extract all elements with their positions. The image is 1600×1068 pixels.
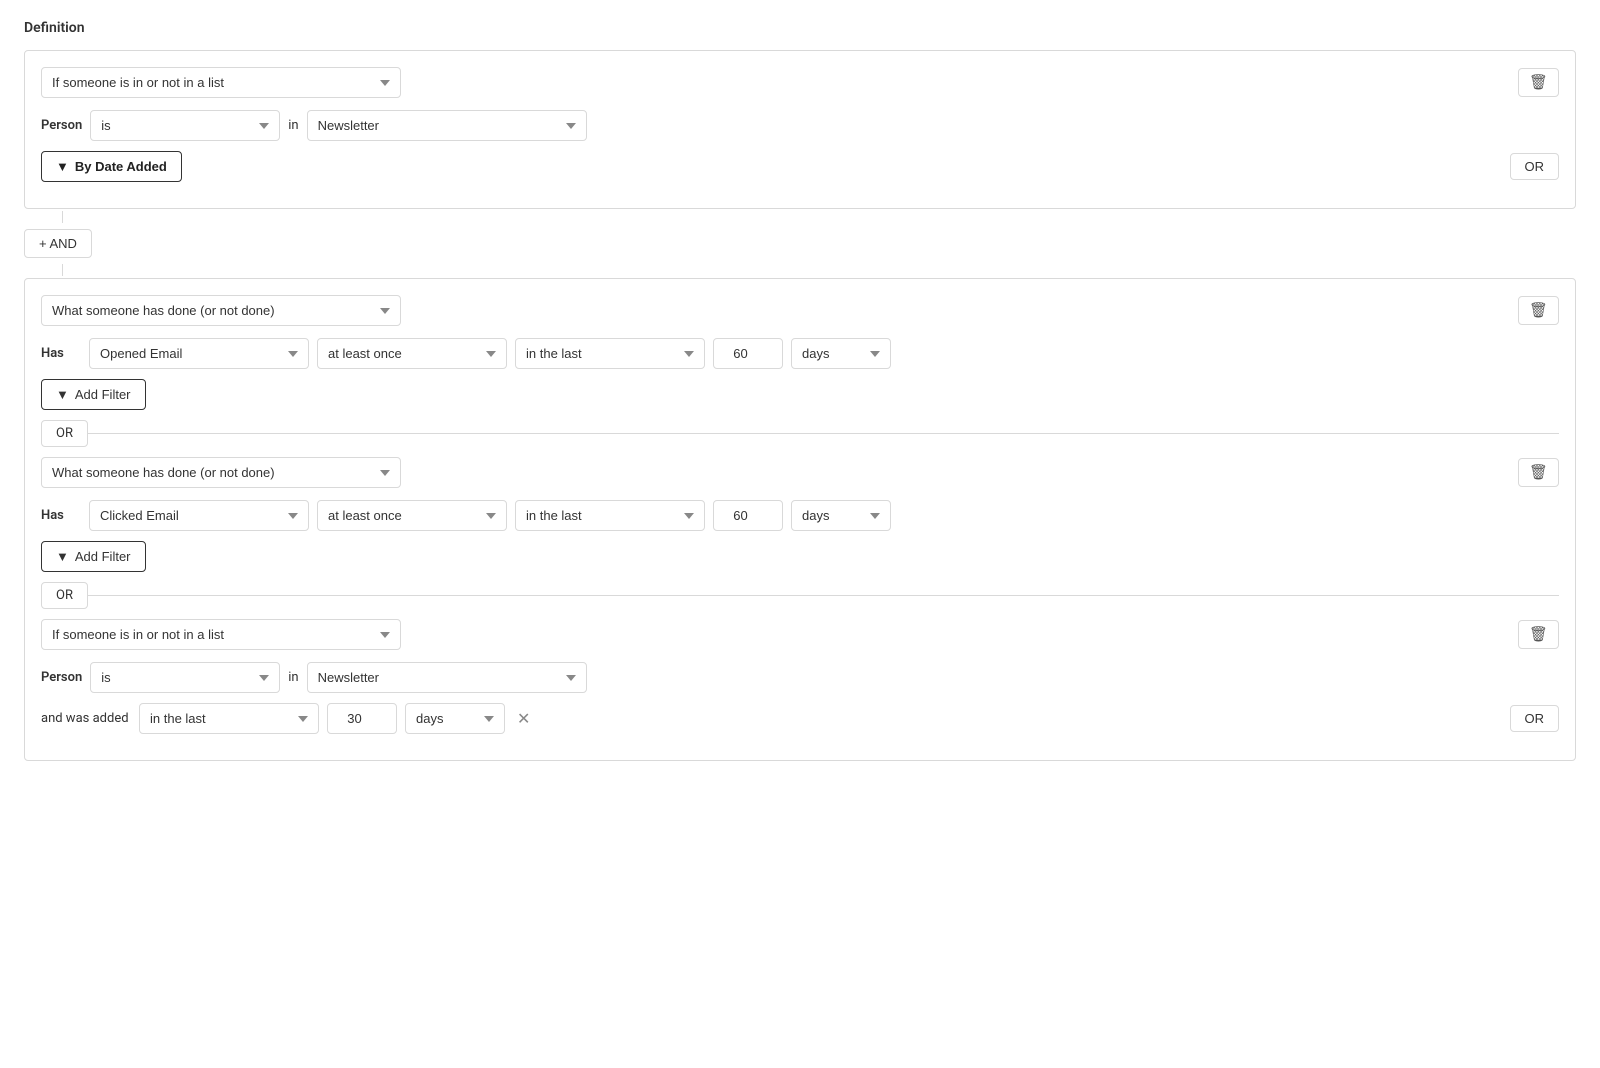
block4-person-condition-select[interactable]: is is not: [90, 662, 280, 693]
block4-type-container: If someone is in or not in a list What s…: [41, 619, 401, 650]
block2-action-select[interactable]: Opened Email Clicked Email Received Emai…: [89, 338, 309, 369]
block1-by-date-button[interactable]: ▼ By Date Added: [41, 151, 182, 182]
block3-type-select[interactable]: What someone has done (or not done) If s…: [41, 457, 401, 488]
block3-add-filter-button[interactable]: ▼ Add Filter: [41, 541, 146, 572]
or-divider-2-3: OR: [41, 420, 1559, 447]
block1-by-date-label: By Date Added: [75, 159, 167, 174]
section-title: Definition: [24, 20, 1576, 36]
block2-type-select[interactable]: What someone has done (or not done) If s…: [41, 295, 401, 326]
block4-date-remove-button[interactable]: ✕: [513, 709, 534, 729]
block1-person-condition-select[interactable]: is is not: [90, 110, 280, 141]
block2-type-container: What someone has done (or not done) If s…: [41, 295, 401, 326]
block1-filter-row: ▼ By Date Added OR: [41, 151, 1559, 182]
block4-or-button[interactable]: OR: [1510, 705, 1560, 732]
block2-add-filter-label: Add Filter: [75, 387, 131, 402]
block3-time-range-select[interactable]: in the last over all time before date: [515, 500, 705, 531]
filter-icon-2: ▼: [56, 387, 69, 402]
block3-days-input[interactable]: [713, 500, 783, 531]
condition-block-4: If someone is in or not in a list What s…: [41, 619, 1559, 734]
block1-person-row: Person is is not in Newsletter VIP List …: [41, 110, 1559, 141]
or-badge-2-3: OR: [41, 420, 88, 447]
condition-block-2: What someone has done (or not done) If s…: [41, 295, 1559, 410]
block1-delete-button[interactable]: 🗑: [1518, 68, 1559, 97]
block3-frequency-select[interactable]: at least once zero times exactly: [317, 500, 507, 531]
condition-group-2-3: What someone has done (or not done) If s…: [24, 278, 1576, 761]
block4-date-row: and was added in the last before after d…: [41, 703, 1559, 734]
block1-in-label: in: [288, 118, 298, 133]
block2-delete-button[interactable]: 🗑: [1518, 296, 1559, 325]
block4-date-value-input[interactable]: [327, 703, 397, 734]
block4-type-select[interactable]: If someone is in or not in a list What s…: [41, 619, 401, 650]
filter-icon: ▼: [56, 159, 69, 174]
and-connector: + AND: [24, 211, 1576, 276]
block3-add-filter-row: ▼ Add Filter: [41, 541, 1559, 572]
block4-and-was-added-label: and was added: [41, 711, 131, 726]
block4-person-label: Person: [41, 670, 82, 685]
block2-add-filter-button[interactable]: ▼ Add Filter: [41, 379, 146, 410]
condition-block-3: What someone has done (or not done) If s…: [41, 457, 1559, 572]
block3-has-row: Has Opened Email Clicked Email Received …: [41, 500, 1559, 531]
block2-has-row: Has Opened Email Clicked Email Received …: [41, 338, 1559, 369]
block2-time-range-select[interactable]: in the last over all time before date: [515, 338, 705, 369]
block1-list-select[interactable]: Newsletter VIP List Unsubscribed: [307, 110, 587, 141]
condition-block-1: If someone is in or not in a list What s…: [24, 50, 1576, 209]
block3-add-filter-label: Add Filter: [75, 549, 131, 564]
block1-type-select[interactable]: If someone is in or not in a list What s…: [41, 67, 401, 98]
block2-frequency-select[interactable]: at least once zero times exactly: [317, 338, 507, 369]
block3-delete-button[interactable]: 🗑: [1518, 458, 1559, 487]
or-badge-3-4: OR: [41, 582, 88, 609]
block1-person-label: Person: [41, 118, 82, 133]
block3-type-container: What someone has done (or not done) If s…: [41, 457, 401, 488]
filter-icon-3: ▼: [56, 549, 69, 564]
block1-header: If someone is in or not in a list What s…: [41, 67, 1559, 98]
and-button[interactable]: + AND: [24, 229, 92, 258]
block4-list-select[interactable]: Newsletter VIP List Unsubscribed: [307, 662, 587, 693]
block2-days-unit-select[interactable]: days weeks months: [791, 338, 891, 369]
block4-in-label: in: [288, 670, 298, 685]
block2-header: What someone has done (or not done) If s…: [41, 295, 1559, 326]
block2-add-filter-row: ▼ Add Filter: [41, 379, 1559, 410]
block1-type-container: If someone is in or not in a list What s…: [41, 67, 401, 98]
block4-date-range-select[interactable]: in the last before after: [139, 703, 319, 734]
block4-date-unit-select[interactable]: days weeks months: [405, 703, 505, 734]
block1-or-button[interactable]: OR: [1510, 153, 1560, 180]
block3-days-unit-select[interactable]: days weeks months: [791, 500, 891, 531]
block2-days-input[interactable]: [713, 338, 783, 369]
block3-action-select[interactable]: Opened Email Clicked Email Received Emai…: [89, 500, 309, 531]
block4-header: If someone is in or not in a list What s…: [41, 619, 1559, 650]
or-divider-3-4: OR: [41, 582, 1559, 609]
block3-has-label: Has: [41, 508, 81, 523]
block2-has-label: Has: [41, 346, 81, 361]
block4-person-row: Person is is not in Newsletter VIP List …: [41, 662, 1559, 693]
block3-header: What someone has done (or not done) If s…: [41, 457, 1559, 488]
block4-delete-button[interactable]: 🗑: [1518, 620, 1559, 649]
